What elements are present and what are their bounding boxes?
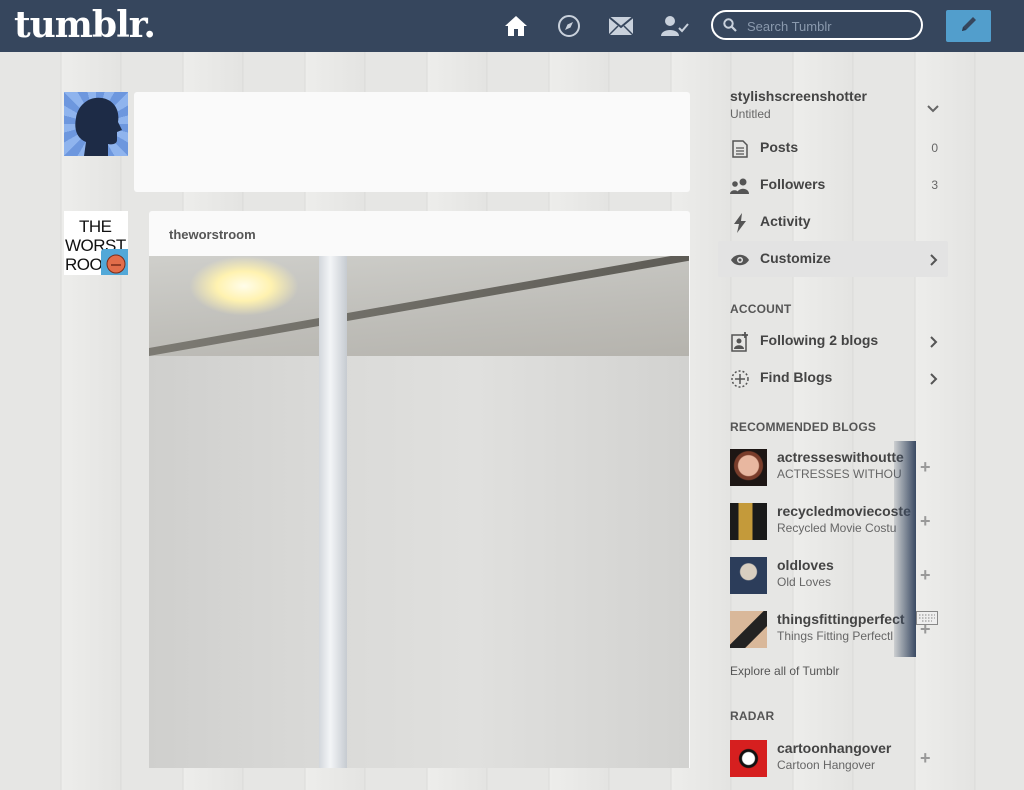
posts-icon	[730, 139, 750, 159]
posts-count: 0	[931, 141, 938, 155]
explore-all-link[interactable]: Explore all of Tumblr	[730, 664, 839, 678]
recommended-blog[interactable]: actresseswithoutte ACTRESSES WITHOU +	[718, 441, 948, 499]
blog-avatar[interactable]	[730, 503, 767, 540]
recommended-blog[interactable]: oldloves Old Loves +	[718, 549, 948, 607]
sidebar-item-followers[interactable]: Followers 3	[718, 167, 948, 203]
avatar-text-line1: THE	[79, 217, 112, 236]
my-avatar[interactable]	[64, 92, 128, 156]
post-author-avatar[interactable]: THE WORST ROO	[64, 211, 128, 275]
blog-subtitle: Untitled	[730, 107, 771, 121]
chevron-right-icon	[930, 372, 938, 390]
search-input[interactable]	[745, 16, 919, 36]
recommended-blog[interactable]: recycledmoviecoste Recycled Movie Costu …	[718, 495, 948, 553]
followers-count: 3	[931, 178, 938, 192]
post-composer-area[interactable]	[134, 92, 690, 192]
sidebar-item-following[interactable]: Following 2 blogs	[718, 323, 948, 359]
tumblr-logo[interactable]: tumblr.	[14, 4, 156, 46]
radar-blog-name[interactable]: cartoonhangover	[777, 740, 915, 756]
radar-blog-title: Cartoon Hangover	[777, 758, 876, 772]
radar-blog[interactable]: cartoonhangover Cartoon Hangover +	[718, 740, 948, 790]
follow-plus-icon[interactable]: +	[920, 748, 931, 769]
recommended-heading: RECOMMENDED BLOGS	[730, 420, 877, 434]
follow-plus-icon[interactable]: +	[920, 511, 931, 532]
right-sidebar: stylishscreenshotter Untitled Posts 0 Fo…	[718, 88, 954, 777]
follow-plus-icon[interactable]: +	[920, 457, 931, 478]
chevron-down-icon[interactable]	[927, 100, 939, 118]
post-photo[interactable]	[149, 256, 689, 768]
blog-avatar[interactable]	[730, 449, 767, 486]
pencil-icon	[959, 14, 979, 39]
sidebar-item-find-blogs[interactable]: Find Blogs	[718, 360, 948, 396]
eye-icon	[730, 250, 750, 270]
blog-avatar[interactable]	[730, 611, 767, 648]
account-user-icon[interactable]	[661, 13, 689, 39]
activity-icon	[730, 213, 750, 233]
account-heading: ACCOUNT	[730, 302, 792, 316]
sidebar-item-label: Posts	[760, 139, 799, 155]
top-navbar: tumblr.	[0, 0, 1024, 52]
inbox-envelope-icon[interactable]	[608, 13, 634, 39]
silhouette-avatar-icon	[75, 97, 122, 156]
home-icon[interactable]	[503, 13, 529, 39]
blog-avatar[interactable]	[730, 740, 767, 777]
chevron-right-icon	[930, 335, 938, 353]
recommended-blog[interactable]: thingsfittingperfect Things Fitting Perf…	[718, 603, 948, 661]
post-username[interactable]: theworstroom	[169, 227, 256, 242]
radar-heading: RADAR	[730, 709, 775, 723]
sidebar-item-label: Followers	[760, 176, 826, 192]
compose-post-button[interactable]	[946, 10, 991, 42]
blog-avatar[interactable]	[730, 557, 767, 594]
following-icon	[730, 332, 750, 352]
reblog-badge-icon	[101, 249, 128, 275]
followers-icon	[730, 176, 750, 196]
keyboard-icon[interactable]	[916, 611, 938, 630]
chevron-right-icon	[930, 253, 938, 271]
sidebar-item-label: Following 2 blogs	[760, 332, 879, 348]
sidebar-item-customize[interactable]: Customize	[718, 241, 948, 277]
dashboard-post: theworstroom	[149, 211, 690, 768]
sidebar-item-label: Customize	[760, 250, 831, 266]
blog-name[interactable]: stylishscreenshotter	[730, 88, 867, 104]
search-box[interactable]	[711, 10, 923, 40]
sidebar-item-label: Find Blogs	[760, 369, 833, 385]
search-icon	[723, 18, 737, 37]
explore-compass-icon[interactable]	[556, 13, 582, 39]
find-blogs-icon	[730, 369, 750, 389]
sidebar-item-posts[interactable]: Posts 0	[718, 130, 948, 166]
follow-plus-icon[interactable]: +	[920, 565, 931, 586]
sidebar-item-label: Activity	[760, 213, 811, 229]
sidebar-item-activity[interactable]: Activity	[718, 204, 948, 240]
